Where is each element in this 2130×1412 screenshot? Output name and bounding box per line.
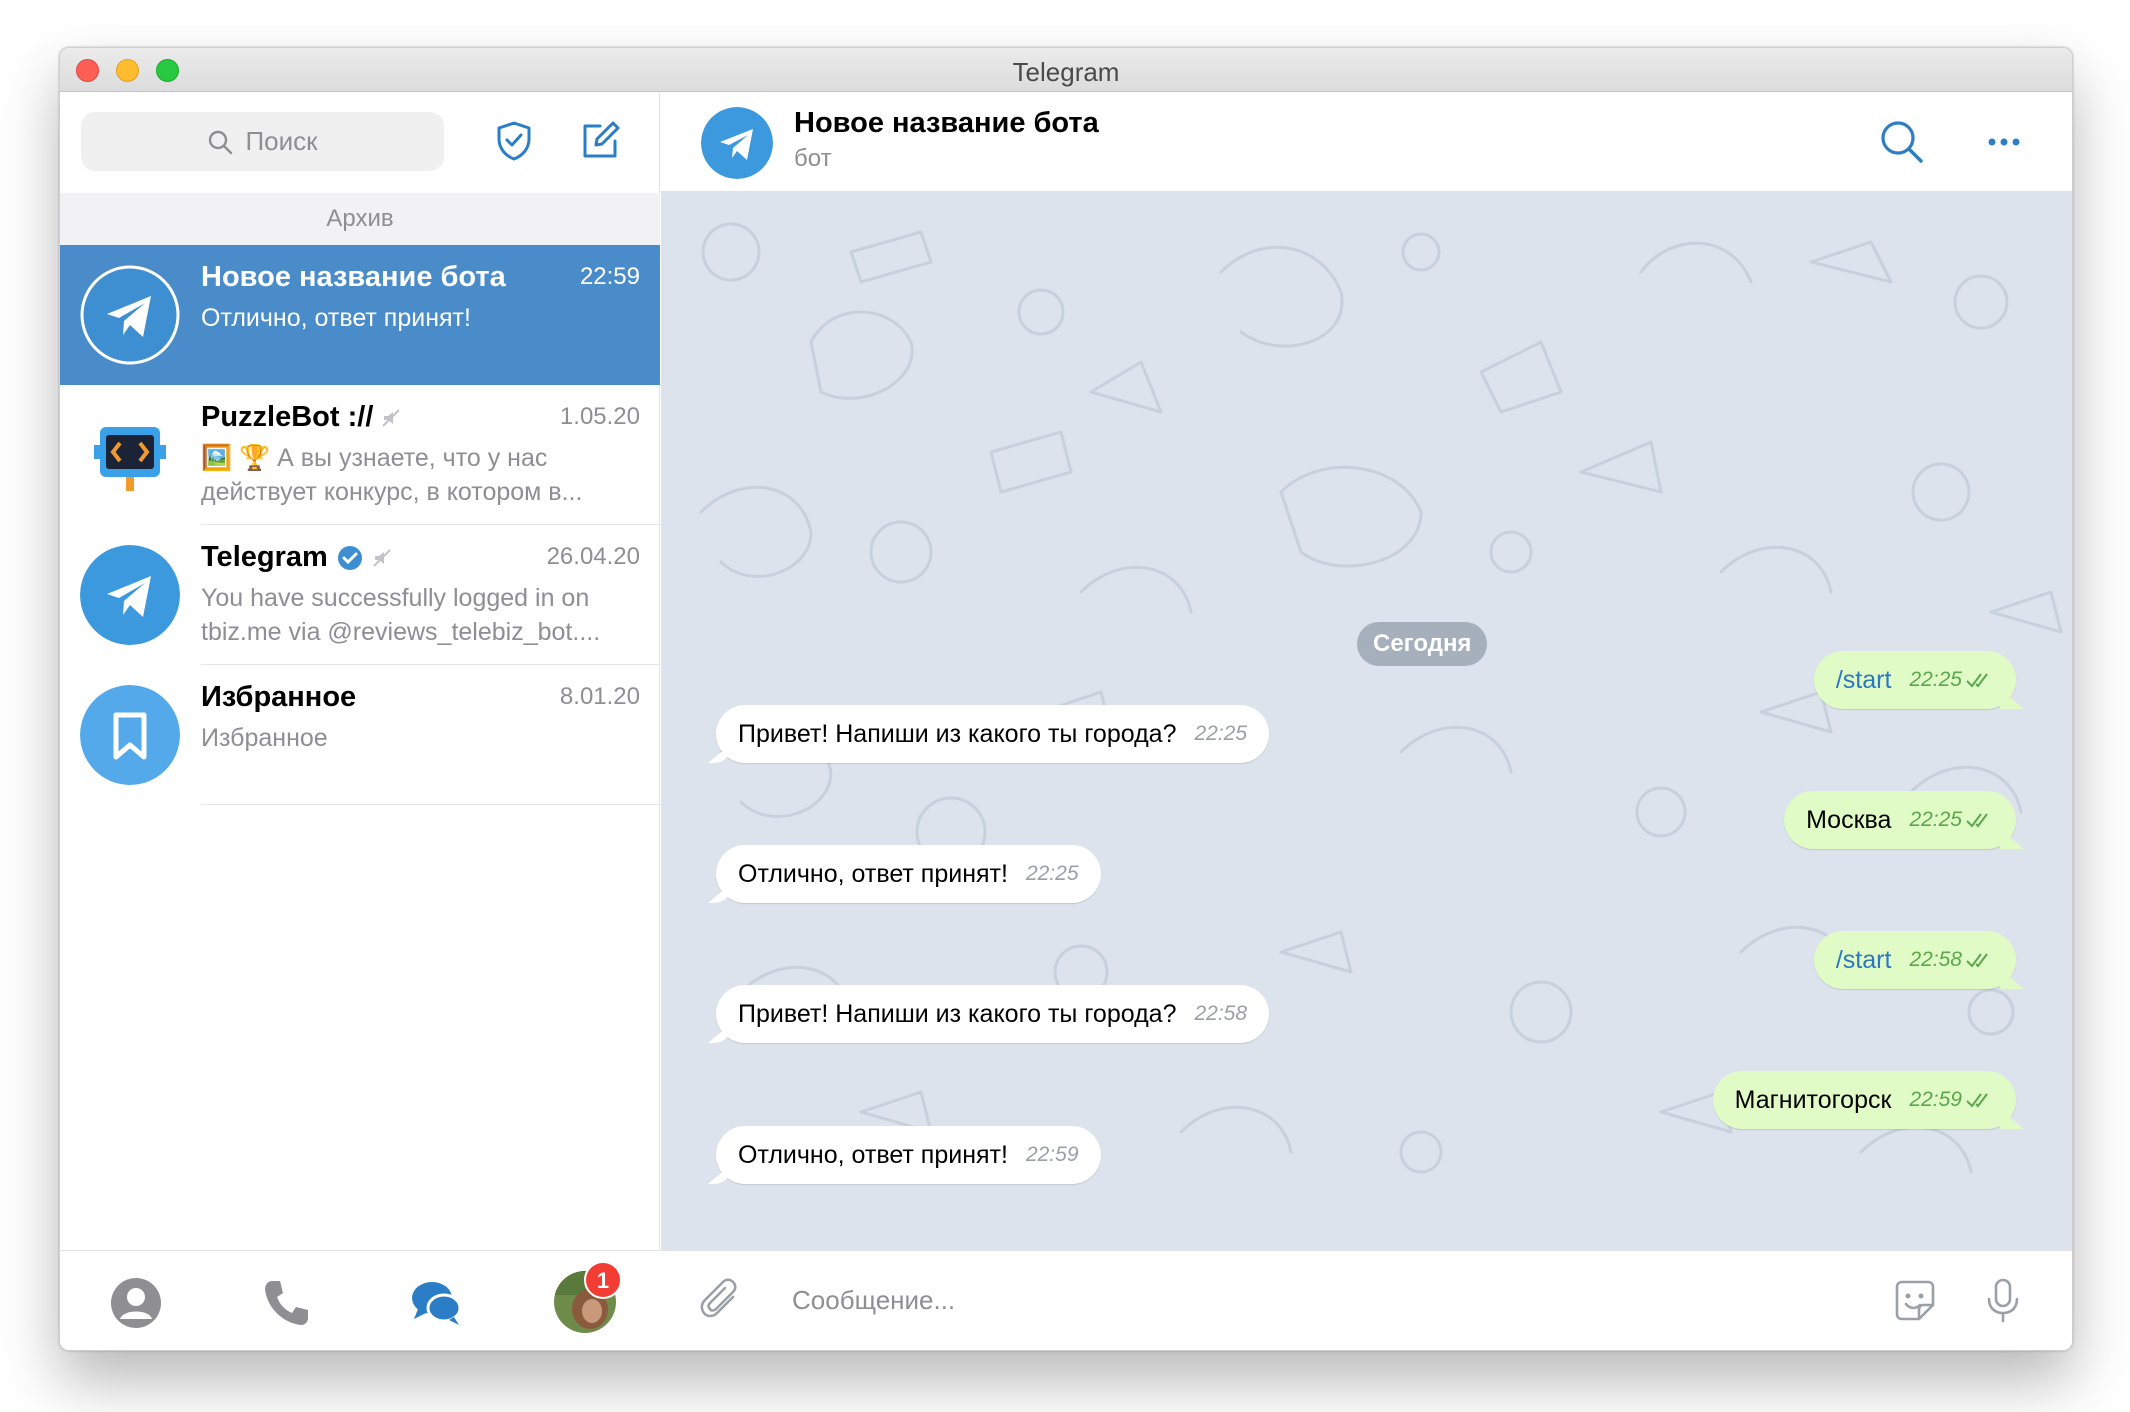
double-check-icon	[1966, 953, 1988, 968]
puzzlebot-avatar	[94, 427, 166, 491]
message-time: 22:25	[1025, 862, 1079, 885]
chat-title[interactable]: Новое название бота	[794, 107, 1099, 140]
chat-preview: Отлично, ответ принят!	[201, 304, 471, 332]
search-placeholder: Поиск	[245, 126, 318, 156]
message-text: Отлично, ответ принят!	[738, 1140, 1008, 1169]
telegram-logo-avatar	[80, 265, 180, 365]
message-bubble-incoming[interactable]: Привет! Напиши из какого ты города? 22:5…	[716, 985, 1270, 1043]
chat-header: Новое название бота бот	[661, 93, 2072, 192]
double-check-icon	[1966, 1093, 1988, 1108]
message-bubble-outgoing[interactable]: /start 22:25	[1813, 651, 2016, 709]
calls-icon[interactable]	[258, 1275, 314, 1331]
message-bubble-incoming[interactable]: Отлично, ответ принят! 22:59	[716, 1126, 1101, 1184]
message-text: Москва	[1806, 805, 1892, 834]
verified-icon	[337, 545, 362, 570]
archive-row[interactable]: Архив	[60, 193, 660, 245]
chat-preview: Избранное	[201, 724, 328, 752]
message-bubble-incoming[interactable]: Отлично, ответ принят! 22:25	[716, 845, 1101, 903]
more-icon[interactable]	[1979, 117, 2029, 167]
chat-preview: You have successfully logged in on tbiz.…	[201, 584, 601, 646]
chat-item-saved-messages[interactable]: Избранное 8.01.20 Избранное	[60, 665, 660, 805]
message-time: 22:25	[1194, 722, 1248, 745]
message-bubble-incoming[interactable]: Привет! Напиши из какого ты города? 22:2…	[716, 705, 1270, 763]
date-separator: Сегодня	[1357, 622, 1488, 666]
attach-icon[interactable]	[695, 1275, 747, 1327]
window-title: Telegram	[1012, 57, 1120, 87]
compose-icon[interactable]	[578, 119, 622, 163]
chat-subtitle: бот	[794, 145, 832, 172]
message-text: Привет! Напиши из какого ты города?	[738, 719, 1177, 748]
chat-item-new-bot[interactable]: Новое название бота 22:59 Отлично, ответ…	[60, 245, 660, 385]
chat-time: 1.05.20	[559, 403, 640, 430]
search-icon[interactable]	[1877, 117, 1927, 167]
muted-icon	[373, 548, 391, 567]
divider	[201, 804, 660, 805]
double-check-icon	[1966, 813, 1988, 828]
message-text: Привет! Напиши из какого ты города?	[738, 999, 1177, 1028]
title-bar: Telegram	[60, 48, 2072, 92]
message-time: 22:59	[1909, 1088, 1962, 1111]
message-time: 22:58	[1909, 948, 1962, 971]
chat-name: PuzzleBot ://	[201, 401, 374, 433]
chat-area: Новое название бота бот Сегодня /start 2…	[661, 93, 2072, 1350]
message-time: 22:59	[1025, 1143, 1079, 1166]
muted-icon	[382, 408, 401, 427]
message-composer: Сообщение...	[661, 1250, 2072, 1350]
bookmark-avatar-icon	[80, 685, 180, 785]
message-time: 22:58	[1194, 1002, 1248, 1025]
chats-icon[interactable]	[408, 1275, 464, 1331]
unread-badge: 1	[584, 1261, 622, 1299]
message-input[interactable]: Сообщение...	[792, 1285, 955, 1316]
chat-preview: 🖼️ 🏆 А вы узнаете, что у нас действует к…	[201, 444, 583, 506]
sticker-icon[interactable]	[1889, 1275, 1941, 1327]
double-check-icon	[1966, 673, 1988, 688]
microphone-icon[interactable]	[1977, 1275, 2029, 1327]
search-icon	[209, 130, 233, 154]
message-bubble-outgoing[interactable]: /start 22:58	[1813, 931, 2016, 989]
sidebar: Поиск Архив Новое название бота 22:59 От…	[60, 93, 660, 1350]
chat-time: 26.04.20	[546, 543, 640, 570]
shield-check-icon[interactable]	[492, 119, 536, 163]
message-bubble-outgoing[interactable]: Москва 22:25	[1784, 791, 2016, 849]
chat-time: 8.01.20	[559, 683, 640, 710]
chat-time: 22:59	[579, 263, 640, 290]
telegram-avatar	[80, 545, 180, 645]
chat-item-telegram[interactable]: Telegram 26.04.20 You have successfully …	[60, 525, 660, 665]
telegram-window: Telegram Поиск Архив Новое название бота…	[59, 47, 2073, 1351]
chat-name: Новое название бота	[201, 261, 506, 293]
search-input[interactable]: Поиск	[81, 112, 444, 171]
message-text: Отлично, ответ принят!	[738, 859, 1008, 888]
bottom-nav: 1	[60, 1250, 660, 1350]
bot-command-link[interactable]: /start	[1836, 946, 1892, 975]
chat-name: Telegram	[201, 541, 328, 573]
chat-name: Избранное	[201, 681, 357, 713]
chat-item-puzzlebot[interactable]: PuzzleBot :// 1.05.20 🖼️ 🏆 А вы узнаете,…	[60, 385, 660, 525]
message-text: Магнитогорск	[1734, 1085, 1892, 1114]
message-time: 22:25	[1909, 808, 1962, 831]
contacts-icon[interactable]	[108, 1275, 164, 1331]
bot-avatar[interactable]	[701, 107, 773, 179]
message-bubble-outgoing[interactable]: Магнитогорск 22:59	[1712, 1071, 2016, 1129]
messages-pane[interactable]: Сегодня /start 22:25 Привет! Напиши из к…	[661, 192, 2072, 1250]
bot-command-link[interactable]: /start	[1836, 666, 1892, 695]
chat-list: Новое название бота 22:59 Отлично, ответ…	[60, 245, 660, 805]
message-time: 22:25	[1909, 668, 1962, 691]
